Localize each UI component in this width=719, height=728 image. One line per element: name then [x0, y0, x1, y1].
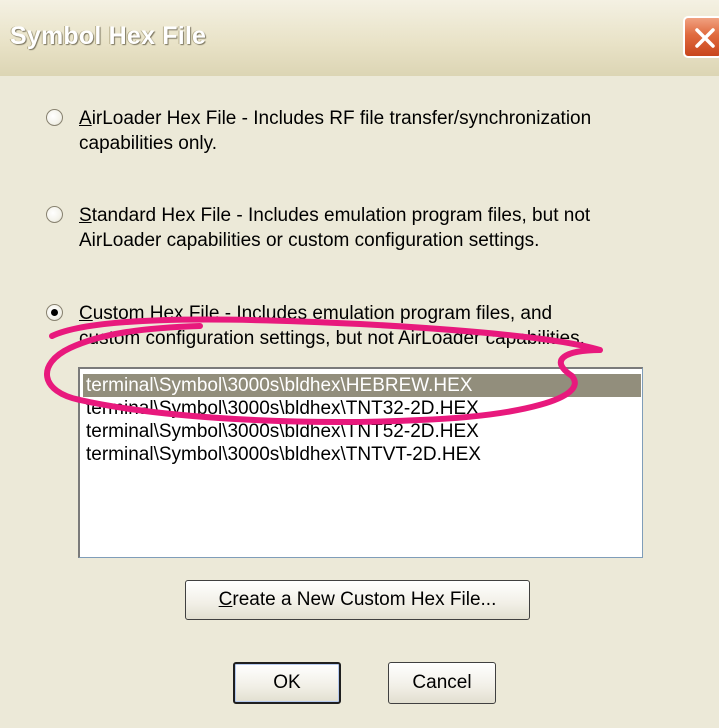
- ok-button-label: OK: [273, 672, 301, 693]
- desc2-standard: AirLoader capabilities or custom configu…: [79, 230, 540, 251]
- radio-button-airloader[interactable]: [46, 109, 63, 126]
- title-bar[interactable]: Symbol Hex File: [0, 0, 719, 76]
- list-item-hex-file[interactable]: terminal\Symbol\3000s\bldhex\TNTVT-2D.HE…: [86, 443, 481, 466]
- list-item-hex-file[interactable]: terminal\Symbol\3000s\bldhex\TNT52-2D.HE…: [86, 420, 479, 443]
- close-icon: [695, 28, 715, 48]
- desc-custom: - Includes emulation program files, and: [219, 303, 553, 324]
- cancel-button[interactable]: Cancel: [388, 662, 496, 704]
- create-mnemonic: C: [218, 589, 233, 610]
- create-custom-hex-file-button[interactable]: Create a New Custom Hex File...: [185, 580, 530, 620]
- list-item-hex-file[interactable]: terminal\Symbol\3000s\bldhex\HEBREW.HEX: [83, 374, 641, 397]
- window-title: Symbol Hex File: [10, 22, 207, 50]
- desc-airloader: - Includes RF file transfer/synchronizat…: [236, 108, 592, 129]
- desc2-airloader: capabilities only.: [79, 133, 218, 154]
- mnemonic-custom: C: [79, 303, 93, 324]
- hex-file-listbox[interactable]: terminal\Symbol\3000s\bldhex\HEBREW.HEX …: [78, 367, 643, 558]
- mnemonic-standard: S: [79, 205, 92, 226]
- radio-selected-dot: [51, 309, 58, 316]
- radio-button-standard[interactable]: [46, 206, 63, 223]
- radio-label-custom: Custom Hex File - Includes emulation pro…: [79, 301, 679, 351]
- close-button[interactable]: [683, 16, 719, 58]
- ok-button[interactable]: OK: [233, 662, 341, 704]
- mnemonic-airloader: A: [79, 108, 92, 129]
- create-button-label: reate a New Custom Hex File...: [232, 589, 497, 610]
- desc-standard: - Includes emulation program files, but …: [231, 205, 591, 226]
- desc2-custom: custom configuration settings, but not A…: [79, 328, 585, 349]
- radio-label-airloader: AirLoader Hex File - Includes RF file tr…: [79, 106, 679, 156]
- radio-button-custom[interactable]: [46, 304, 63, 321]
- cancel-button-label: Cancel: [412, 672, 472, 693]
- label-standard: tandard Hex File: [91, 205, 232, 226]
- label-custom: ustom Hex File: [92, 303, 220, 324]
- label-airloader: irLoader Hex File: [91, 108, 237, 129]
- dialog-body: AirLoader Hex File - Includes RF file tr…: [0, 76, 719, 728]
- radio-label-standard: Standard Hex File - Includes emulation p…: [79, 203, 679, 253]
- list-item-hex-file[interactable]: terminal\Symbol\3000s\bldhex\TNT32-2D.HE…: [86, 397, 479, 420]
